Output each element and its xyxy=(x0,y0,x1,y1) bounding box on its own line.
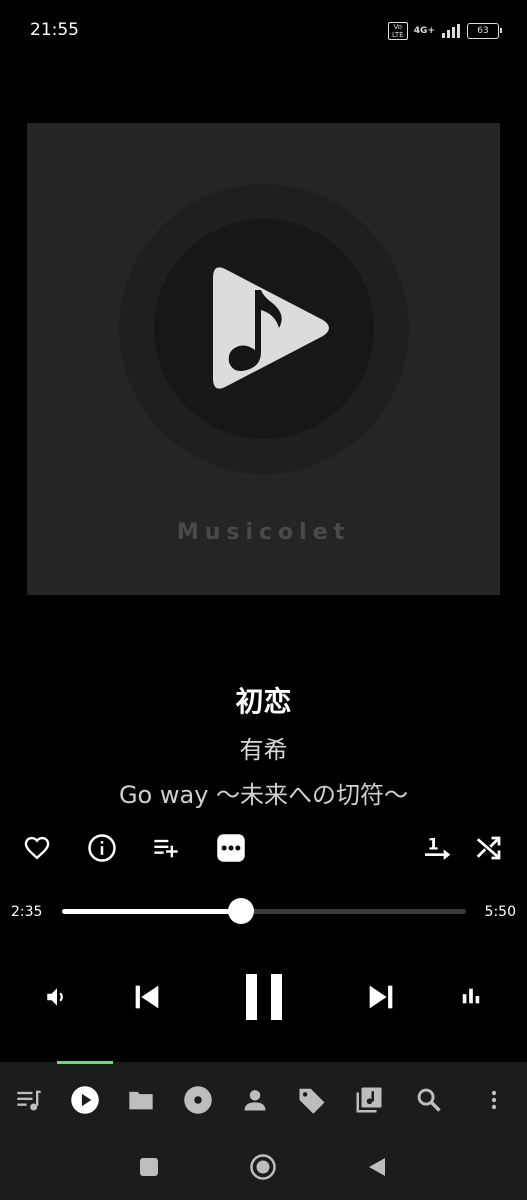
musicolet-logo-icon xyxy=(213,267,329,389)
skip-next-icon xyxy=(369,985,393,1009)
tab-genres[interactable] xyxy=(292,1080,332,1120)
status-bar: 21:55 Vo LTE 4G+ 63 xyxy=(0,0,527,60)
info-button[interactable] xyxy=(84,830,120,866)
repeat-one-icon: 1 xyxy=(425,834,451,860)
status-time: 21:55 xyxy=(30,20,79,40)
tab-folders[interactable] xyxy=(121,1080,161,1120)
equalizer-icon xyxy=(462,988,480,1004)
playlist-icon xyxy=(356,1087,382,1113)
active-tab-indicator xyxy=(57,1061,113,1064)
seek-bar-progress xyxy=(62,909,241,914)
add-to-queue-icon xyxy=(154,839,178,858)
recents-button[interactable] xyxy=(132,1150,166,1184)
shuffle-button[interactable] xyxy=(471,830,507,866)
battery-icon: 63 xyxy=(467,23,502,39)
info-icon xyxy=(88,834,116,862)
battery-level: 63 xyxy=(477,26,489,36)
track-title: 初恋 xyxy=(235,685,292,718)
more-options-icon xyxy=(217,834,245,862)
svg-text:1: 1 xyxy=(428,834,439,853)
track-artist[interactable]: 有希 xyxy=(0,730,527,765)
tab-queue[interactable] xyxy=(9,1080,49,1120)
heart-icon xyxy=(24,836,50,860)
equalizer-button[interactable] xyxy=(455,980,487,1012)
tab-artists[interactable] xyxy=(235,1080,275,1120)
total-duration: 5:50 xyxy=(484,904,516,920)
shuffle-icon xyxy=(476,836,501,860)
track-album[interactable]: Go way ～未来への切符～ xyxy=(0,775,527,810)
home-circle-icon xyxy=(250,1154,276,1180)
search-icon xyxy=(417,1088,441,1112)
overflow-menu-icon xyxy=(491,1090,497,1110)
elapsed-time: 2:35 xyxy=(11,904,43,920)
back-button[interactable] xyxy=(360,1150,394,1184)
seek-bar-thumb[interactable] xyxy=(228,898,254,924)
artist-icon xyxy=(244,1090,266,1111)
tag-icon xyxy=(299,1088,325,1114)
signal-icon xyxy=(442,24,460,38)
repeat-button[interactable]: 1 xyxy=(419,830,455,866)
tab-overflow-menu[interactable] xyxy=(474,1080,514,1120)
network-type: 4G+ xyxy=(413,26,435,36)
tab-now-playing[interactable] xyxy=(65,1080,105,1120)
pause-icon xyxy=(246,974,282,1020)
play-pause-button[interactable] xyxy=(236,967,292,1027)
album-art-brand-text: Musicolet xyxy=(176,520,351,545)
queue-icon xyxy=(17,1090,41,1111)
volume-icon xyxy=(47,988,63,1006)
add-to-queue-button[interactable] xyxy=(148,830,184,866)
back-triangle-icon xyxy=(369,1158,385,1176)
tab-search[interactable] xyxy=(409,1080,449,1120)
tab-playlists[interactable] xyxy=(349,1080,389,1120)
volte-badge: Vo LTE xyxy=(387,22,408,40)
more-options-button[interactable] xyxy=(213,830,249,866)
skip-previous-icon xyxy=(135,985,159,1009)
tab-albums[interactable] xyxy=(178,1080,218,1120)
album-icon xyxy=(184,1086,212,1114)
next-button[interactable] xyxy=(360,976,402,1018)
favorite-button[interactable] xyxy=(19,830,55,866)
previous-button[interactable] xyxy=(126,976,168,1018)
play-icon xyxy=(71,1086,99,1114)
home-button[interactable] xyxy=(246,1150,280,1184)
volume-button[interactable] xyxy=(40,980,74,1014)
status-icons: Vo LTE 4G+ 63 xyxy=(387,22,502,40)
square-icon xyxy=(140,1158,158,1176)
folder-icon xyxy=(129,1091,153,1110)
